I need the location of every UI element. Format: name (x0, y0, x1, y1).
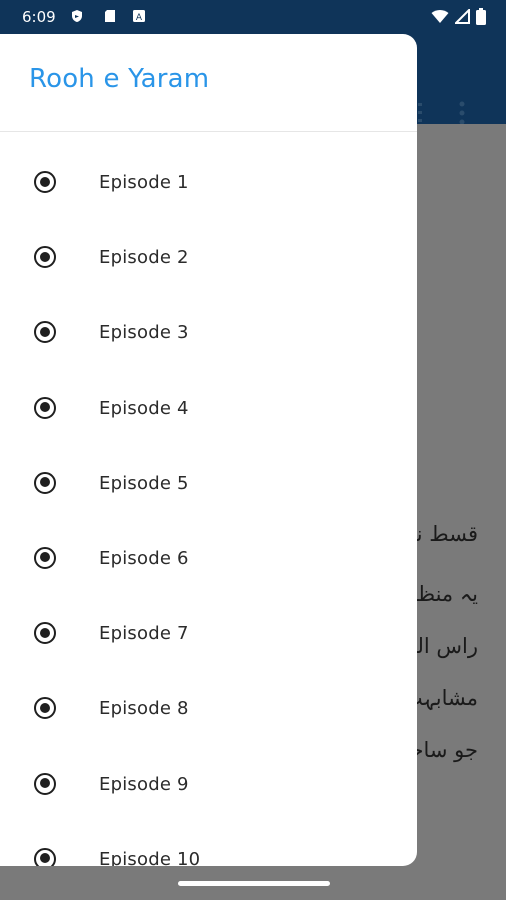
shield-icon (72, 10, 82, 22)
episode-item-7[interactable]: Episode 7 (0, 598, 417, 673)
radio-button-icon (34, 847, 56, 866)
drawer-divider (0, 131, 417, 132)
episode-item-4[interactable]: Episode 4 (0, 373, 417, 448)
navigation-drawer: Rooh e Yaram Episode 1 Episode 2 Episode… (0, 34, 417, 866)
status-time: 6:09 (22, 8, 56, 26)
episode-label: Episode 3 (99, 322, 189, 344)
episode-item-3[interactable]: Episode 3 (0, 297, 417, 372)
episode-label: Episode 4 (99, 397, 189, 419)
signal-icon (455, 9, 470, 24)
radio-button-icon (34, 396, 56, 419)
episode-item-9[interactable]: Episode 9 (0, 749, 417, 824)
radio-button-icon (34, 622, 56, 645)
episode-list: Episode 1 Episode 2 Episode 3 Episode 4 … (0, 147, 417, 866)
episode-label: Episode 9 (99, 773, 189, 795)
episode-item-10[interactable]: Episode 10 (0, 824, 417, 866)
wifi-icon (431, 10, 449, 23)
episode-item-5[interactable]: Episode 5 (0, 448, 417, 523)
episode-item-1[interactable]: Episode 1 (0, 147, 417, 222)
episode-item-6[interactable]: Episode 6 (0, 523, 417, 598)
gesture-nav-handle[interactable] (178, 881, 330, 886)
svg-text:A: A (136, 13, 143, 23)
episode-label: Episode 5 (99, 472, 189, 494)
episode-label: Episode 1 (99, 172, 189, 193)
translate-icon: A (133, 10, 145, 23)
episode-label: Episode 10 (99, 848, 201, 866)
episode-item-2[interactable]: Episode 2 (0, 222, 417, 297)
radio-button-icon (34, 546, 56, 569)
status-bar: 6:09 A (0, 0, 506, 34)
radio-button-icon (34, 171, 56, 193)
radio-button-icon (34, 471, 56, 494)
radio-button-icon (34, 697, 56, 720)
radio-button-icon (34, 246, 56, 269)
radio-button-icon (34, 772, 56, 795)
episode-label: Episode 2 (99, 247, 189, 269)
radio-button-icon (34, 321, 56, 344)
episode-item-8[interactable]: Episode 8 (0, 673, 417, 748)
sd-card-icon (105, 10, 115, 22)
episode-label: Episode 8 (99, 698, 189, 720)
episode-label: Episode 7 (99, 623, 189, 645)
episode-label: Episode 6 (99, 547, 189, 569)
drawer-title: Rooh e Yaram (29, 64, 210, 94)
battery-icon (476, 8, 486, 25)
